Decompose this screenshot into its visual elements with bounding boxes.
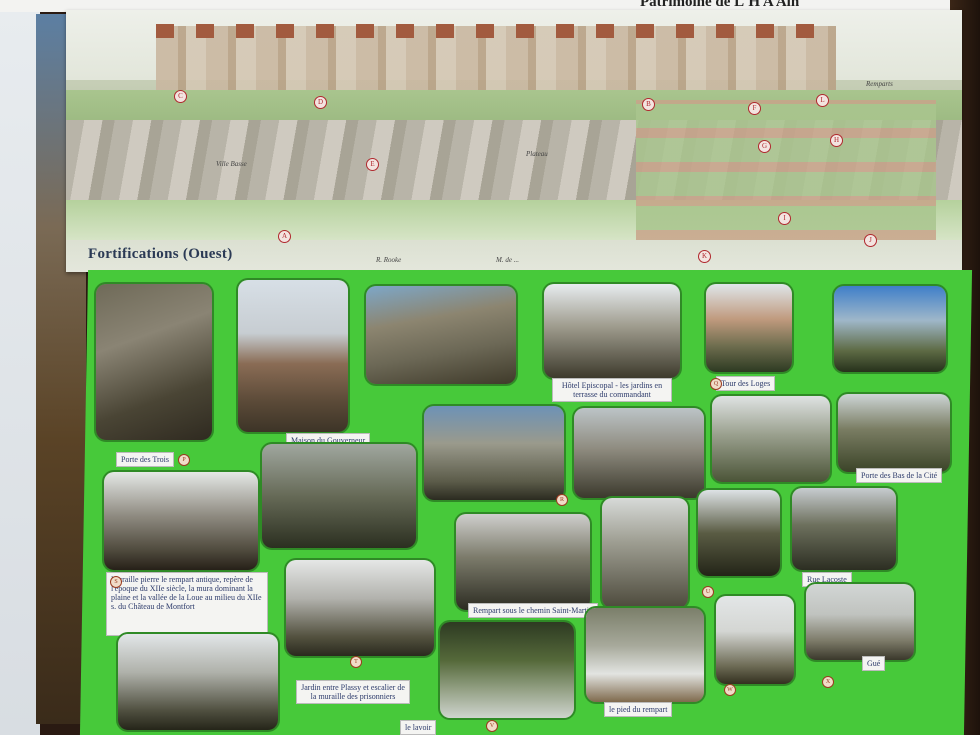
caption-badge: R bbox=[556, 494, 568, 506]
caption-rempart: Rempart sous le chemin Saint-Martin bbox=[468, 603, 598, 618]
poster-area-label: Ville Basse bbox=[216, 160, 247, 168]
photo-house-red-roof bbox=[238, 280, 348, 432]
photo-snowy-road bbox=[440, 622, 574, 718]
poster-marker: D bbox=[314, 96, 327, 109]
poster-marker: I bbox=[778, 212, 791, 225]
poster-credit: R. Rooke bbox=[376, 256, 402, 264]
caption-bottom: le pied du rempart bbox=[604, 702, 673, 717]
poster-credit: M. de ... bbox=[496, 256, 519, 264]
caption-badge: T bbox=[350, 656, 362, 668]
caption-badge: U bbox=[702, 586, 714, 598]
photo-village-view bbox=[712, 396, 830, 482]
photo-fortress-wall bbox=[366, 286, 516, 384]
photo-bare-trees bbox=[698, 490, 780, 576]
photo-snowy-slope bbox=[118, 634, 278, 730]
poster-marker: C bbox=[174, 90, 187, 103]
photo-stone-stairs bbox=[716, 596, 794, 684]
photo-gate-tower bbox=[96, 284, 212, 440]
poster-roofs bbox=[156, 24, 836, 38]
caption-poterne: Porte des Trois bbox=[116, 452, 175, 467]
photo-manor-house bbox=[706, 284, 792, 372]
poster-marker: B bbox=[642, 98, 655, 111]
photo-rock-trees bbox=[574, 408, 704, 498]
poster-marker: E bbox=[366, 158, 379, 171]
caption-badge: W bbox=[724, 684, 736, 696]
poster-marker: K bbox=[698, 250, 711, 263]
photo-ruins-valley bbox=[544, 284, 680, 378]
poster-marker: H bbox=[830, 134, 843, 147]
caption-badge: P bbox=[178, 454, 190, 466]
photo-rock-cliff bbox=[262, 444, 416, 548]
caption-badge: V bbox=[486, 720, 498, 732]
photo-stone-rampart bbox=[424, 406, 564, 500]
poster-marker: F bbox=[748, 102, 761, 115]
caption-jardin: Jardin entre Plassy et escalier de la mu… bbox=[296, 680, 410, 704]
photo-forest-path bbox=[838, 394, 950, 472]
caption-tour-loges: Tour des Loges bbox=[716, 376, 776, 391]
caption-small: Gué bbox=[862, 656, 886, 671]
photo-dark-wall bbox=[456, 514, 590, 610]
poster-title: Fortifications (Ouest) bbox=[88, 246, 233, 262]
poster-area-label: Remparts bbox=[866, 80, 893, 88]
poster-marker: A bbox=[278, 230, 291, 243]
poster-marker: J bbox=[864, 234, 877, 247]
photo-castle-ruins bbox=[104, 472, 258, 570]
poster-area-label: Plateau bbox=[526, 150, 548, 158]
photo-snow-woods bbox=[586, 608, 704, 702]
caption-porte-bas: Porte des Bas de la Cité bbox=[856, 468, 943, 483]
caption-hotel: Hôtel Episcopal - les jardins en terrass… bbox=[552, 378, 672, 402]
photo-winter-tower bbox=[602, 498, 688, 608]
caption-badge: X bbox=[822, 676, 834, 688]
caption-badge: S bbox=[110, 576, 122, 588]
photo-snowy-path bbox=[806, 584, 914, 660]
caption-badge: Q bbox=[710, 378, 722, 390]
caption-small: le lavoir bbox=[400, 720, 437, 735]
photo-castle-blue-sky bbox=[834, 286, 946, 372]
caption-note: Muraille pierre le rempart antique, repè… bbox=[106, 572, 268, 636]
panorama-poster: C D E A B F G H I J K L Ville Basse Plat… bbox=[66, 10, 962, 272]
photo-snowy-trees bbox=[286, 560, 434, 656]
left-background bbox=[0, 0, 40, 735]
poster-marker: G bbox=[758, 140, 771, 153]
poster-marker: L bbox=[816, 94, 829, 107]
photo-cliff-face bbox=[792, 488, 896, 570]
